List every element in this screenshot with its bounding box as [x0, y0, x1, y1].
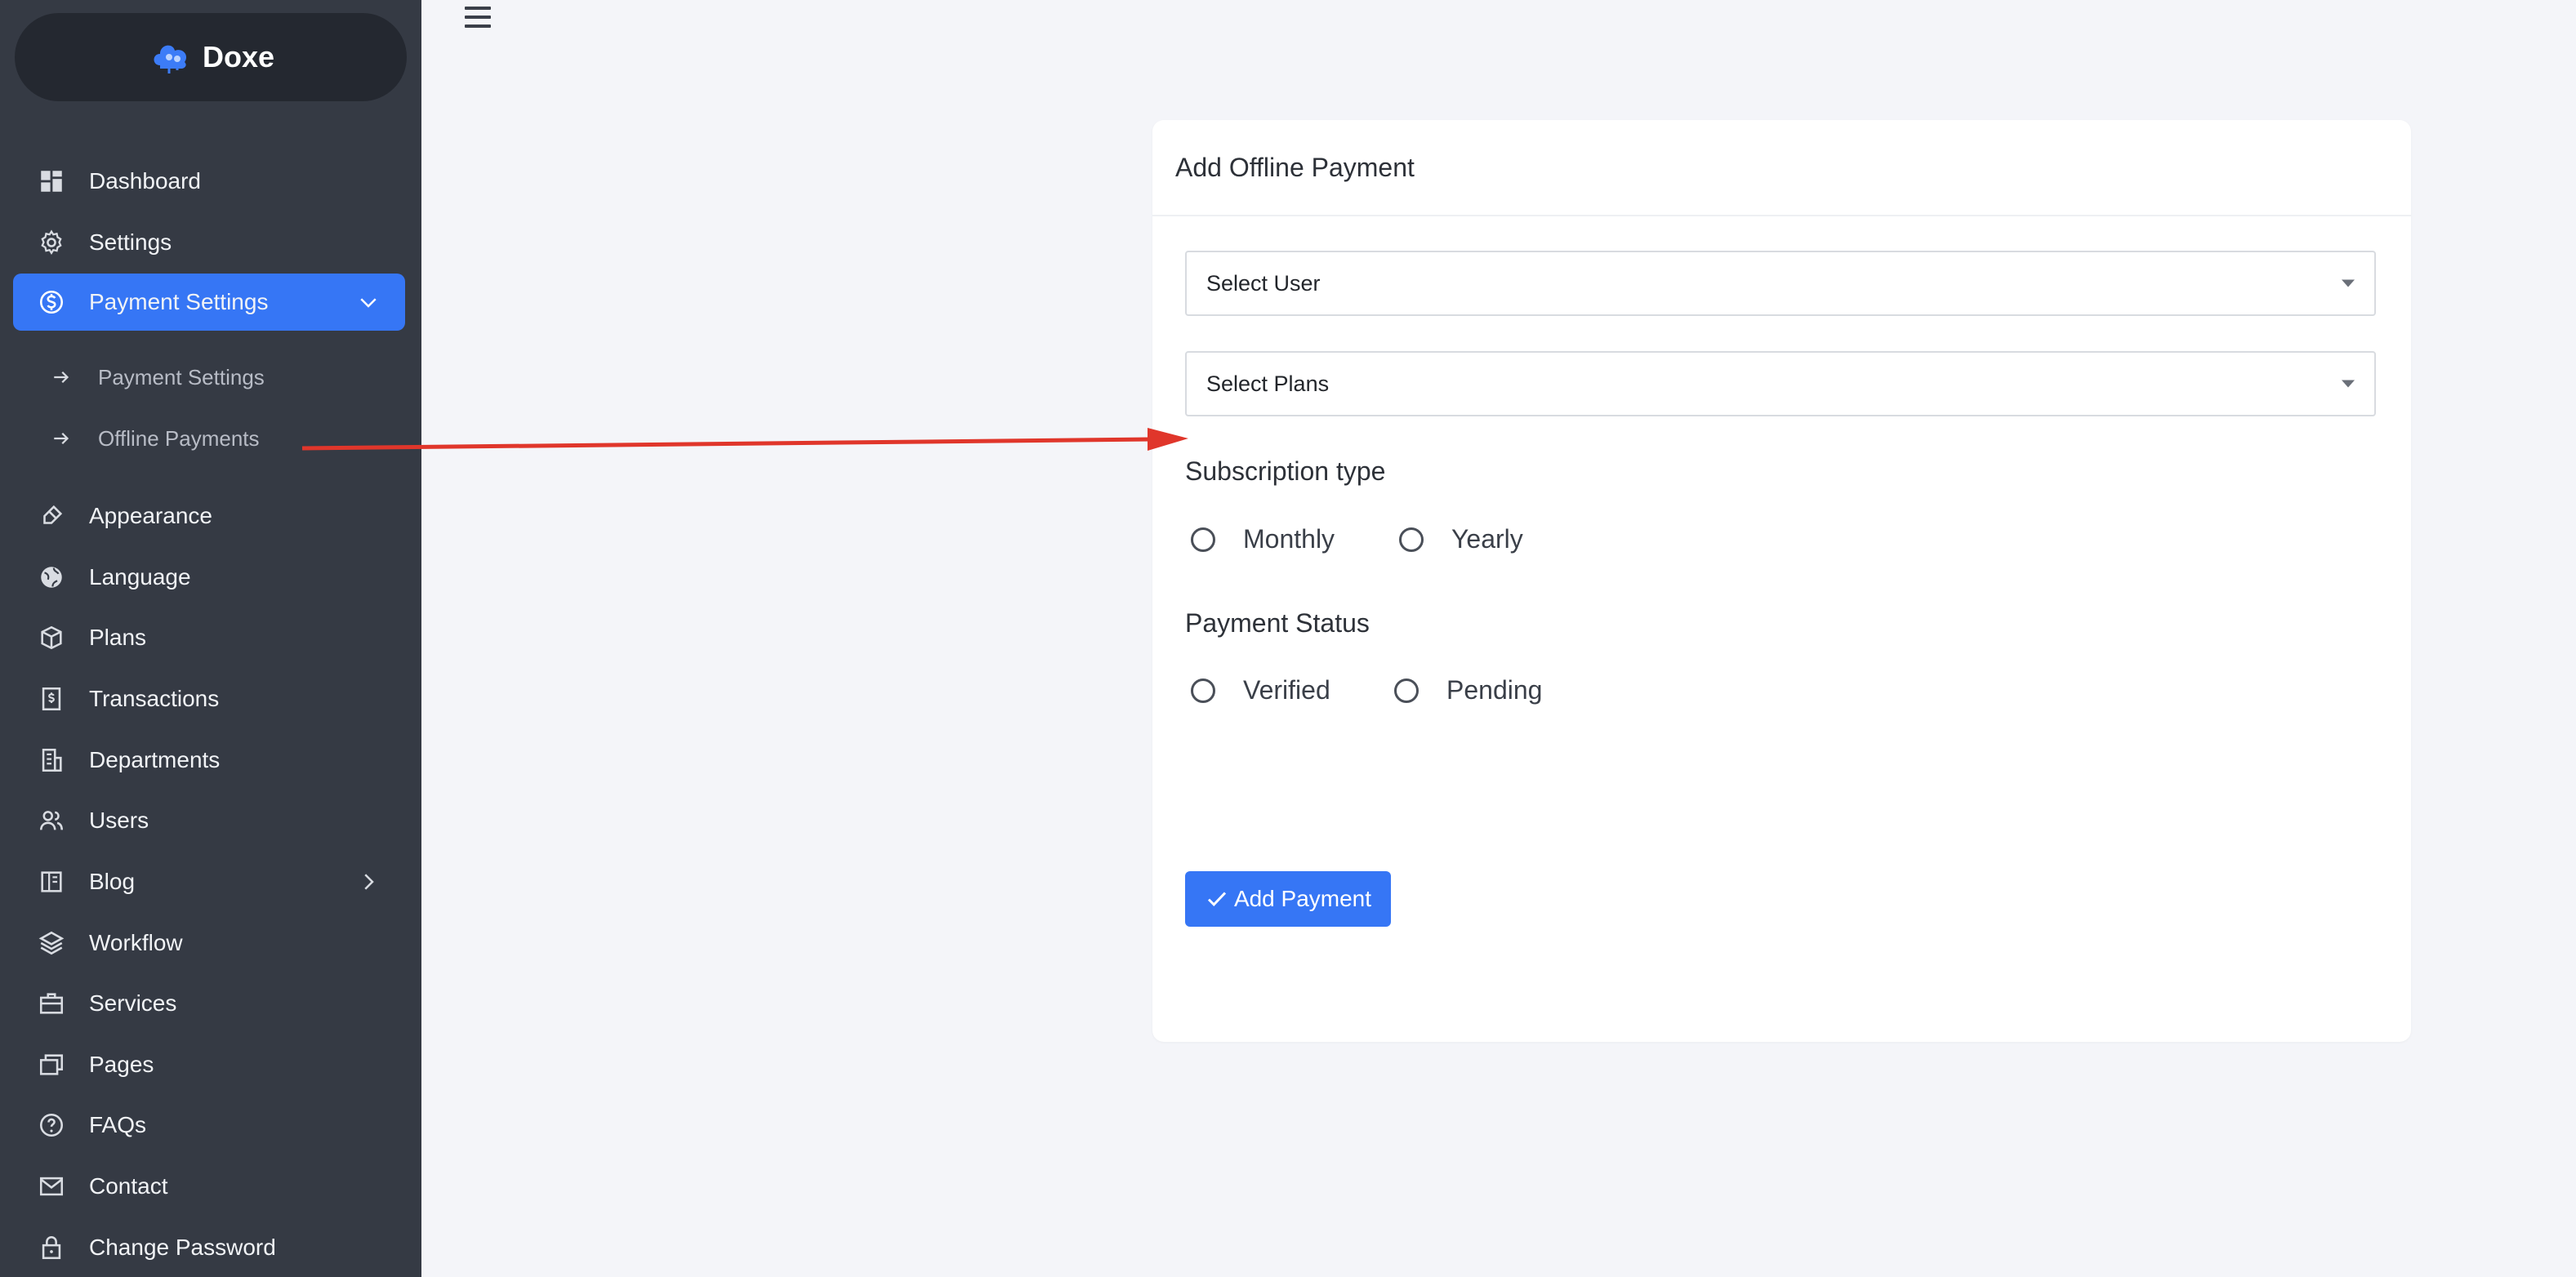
radio-monthly[interactable]: Monthly	[1191, 524, 1335, 554]
sidebar-item-label: Dashboard	[89, 168, 201, 194]
sidebar-item-label: Users	[89, 808, 149, 833]
layers-icon	[38, 929, 65, 957]
add-payment-label: Add Payment	[1233, 886, 1372, 911]
arrow-right-icon	[49, 365, 74, 389]
brand-name: Doxe	[202, 40, 275, 73]
sidebar-item-label: Workflow	[89, 930, 183, 955]
sidebar-item-label: Payment Settings	[89, 289, 269, 314]
radio-circle[interactable]	[1191, 527, 1215, 552]
select-user-value: Select User	[1206, 270, 1321, 296]
sidebar-item-pages[interactable]: Pages	[13, 1036, 405, 1093]
sidebar-item-label: Services	[89, 990, 177, 1016]
sidebar-item-dashboard[interactable]: Dashboard	[13, 153, 405, 210]
radio-label: Yearly	[1451, 524, 1523, 554]
question-circle-icon	[38, 1111, 65, 1139]
sidebar-subitem-label: Offline Payments	[98, 425, 260, 451]
lock-icon	[38, 1234, 65, 1261]
radio-pending[interactable]: Pending	[1394, 675, 1542, 705]
select-user-dropdown[interactable]: Select User	[1185, 251, 2376, 316]
sidebar-item-label: Blog	[89, 869, 136, 894]
chevron-right-icon[interactable]	[356, 870, 381, 894]
sidebar-item-plans[interactable]: Plans	[13, 609, 405, 666]
box-icon	[38, 624, 65, 652]
sidebar-item-label: Transactions	[89, 686, 220, 711]
dollar-circle-icon	[38, 288, 65, 316]
sidebar-item-faqs[interactable]: FAQs	[13, 1097, 405, 1154]
caret-down-icon	[2342, 279, 2355, 287]
radio-circle[interactable]	[1191, 678, 1215, 703]
sidebar-item-contact[interactable]: Contact	[13, 1158, 405, 1215]
sidebar-item-payment-settings[interactable]: Payment Settings	[13, 274, 405, 331]
sidebar-item-users[interactable]: Users	[13, 792, 405, 849]
arrow-right-icon	[49, 426, 74, 451]
receipt-icon	[38, 685, 65, 713]
sidebar-item-appearance[interactable]: Appearance	[13, 487, 405, 545]
select-plans-value: Select Plans	[1206, 371, 1330, 396]
sidebar-item-label: FAQs	[89, 1112, 147, 1137]
dashboard-icon	[38, 167, 65, 195]
sidebar-subitem-payment-settings[interactable]: Payment Settings	[49, 353, 265, 402]
chevron-down-icon[interactable]	[356, 290, 381, 314]
radio-label: Pending	[1446, 675, 1543, 705]
brush-icon	[38, 502, 65, 530]
pages-icon	[38, 1051, 65, 1079]
gear-icon	[38, 229, 65, 256]
select-plans-dropdown[interactable]: Select Plans	[1185, 351, 2376, 416]
sidebar-item-label: Language	[89, 564, 191, 590]
sidebar-item-language[interactable]: Language	[13, 549, 405, 606]
radio-yearly[interactable]: Yearly	[1399, 524, 1523, 554]
add-offline-payment-card: Add Offline Payment Select User Select P…	[1152, 120, 2411, 1042]
subscription-type-label: Subscription type	[1185, 456, 1386, 486]
check-icon	[1205, 887, 1229, 911]
mail-icon	[38, 1172, 65, 1200]
sidebar-item-transactions[interactable]: Transactions	[13, 670, 405, 727]
sidebar-item-label: Settings	[89, 229, 172, 255]
building-icon	[38, 746, 65, 774]
sidebar-item-label: Change Password	[89, 1235, 276, 1260]
radio-label: Verified	[1243, 675, 1330, 705]
sidebar-item-label: Contact	[89, 1173, 168, 1199]
brand[interactable]: Doxe	[15, 13, 407, 101]
sidebar-item-label: Pages	[89, 1052, 154, 1077]
sidebar-subitem-label: Payment Settings	[98, 364, 265, 389]
sidebar: Doxe Dashboard Settings Payment Settings	[0, 0, 421, 1277]
radio-circle[interactable]	[1399, 527, 1424, 552]
add-payment-button[interactable]: Add Payment	[1185, 871, 1391, 927]
sidebar-subitem-offline-payments[interactable]: Offline Payments	[49, 414, 260, 463]
sidebar-item-change-password[interactable]: Change Password	[13, 1219, 405, 1276]
book-icon	[38, 868, 65, 896]
radio-label: Monthly	[1243, 524, 1335, 554]
sidebar-item-blog[interactable]: Blog	[13, 853, 405, 910]
card-title: Add Offline Payment	[1152, 120, 2411, 216]
payment-status-label: Payment Status	[1185, 608, 1370, 638]
sidebar-item-label: Plans	[89, 625, 147, 650]
radio-verified[interactable]: Verified	[1191, 675, 1330, 705]
sidebar-item-departments[interactable]: Departments	[13, 732, 405, 789]
sidebar-item-services[interactable]: Services	[13, 975, 405, 1032]
briefcase-icon	[38, 990, 65, 1017]
radio-circle[interactable]	[1394, 678, 1419, 703]
globe-icon	[38, 563, 65, 591]
users-icon	[38, 807, 65, 834]
sidebar-item-label: Departments	[89, 747, 221, 772]
cloud-logo-icon	[147, 33, 196, 82]
sidebar-item-label: Appearance	[89, 503, 213, 528]
menu-toggle-icon[interactable]	[465, 7, 491, 31]
sidebar-item-settings[interactable]: Settings	[13, 214, 405, 271]
caret-down-icon	[2342, 380, 2355, 388]
sidebar-item-workflow[interactable]: Workflow	[13, 914, 405, 972]
